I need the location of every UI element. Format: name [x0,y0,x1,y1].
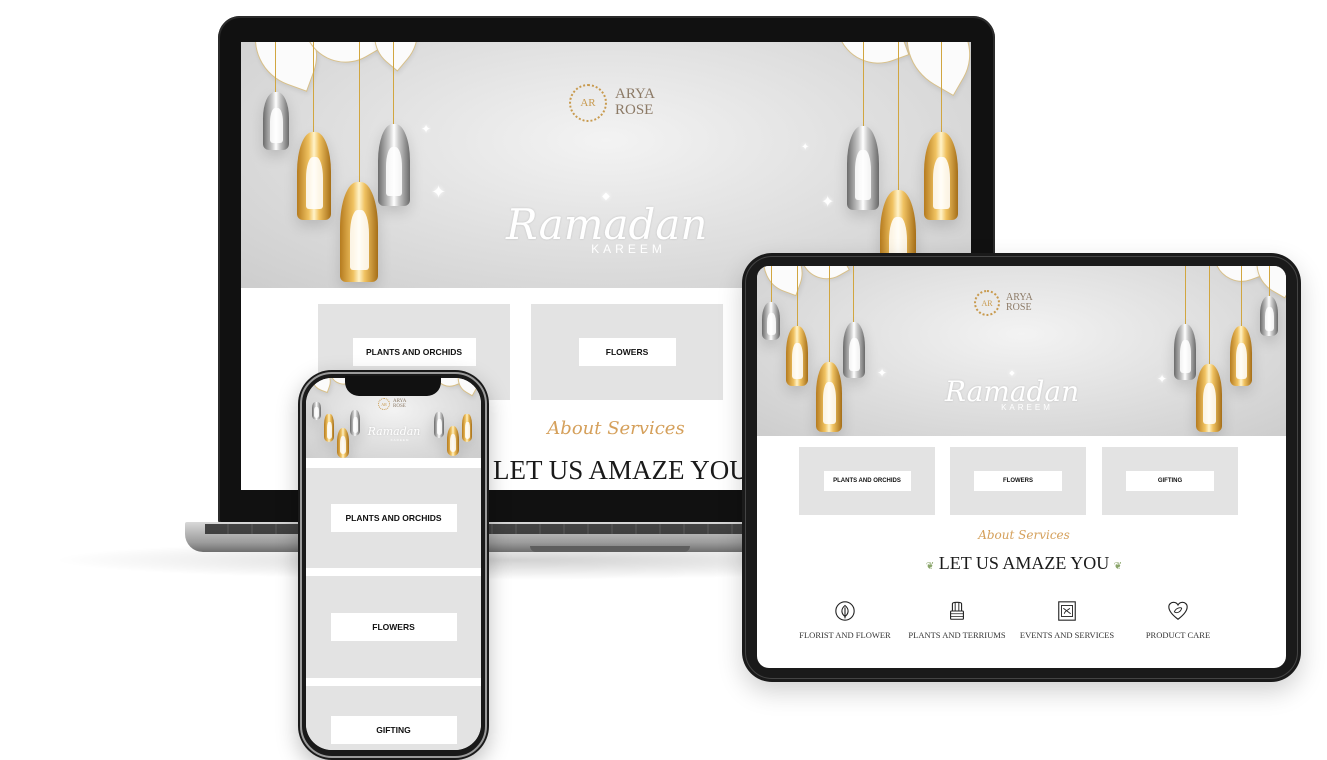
lantern-gold [1230,326,1252,386]
lantern-string [898,42,899,190]
lantern-string [1185,266,1186,324]
lantern-string [1241,266,1242,326]
lantern-silver [263,92,289,150]
lantern-silver [312,402,321,420]
lantern-silver [843,322,865,378]
gifting-button[interactable]: GIFTING [330,716,457,744]
card-gifting[interactable]: GIFTING [1102,447,1238,515]
lantern-string [797,266,798,326]
service-plants[interactable]: PLANTS AND TERRIUMS [907,600,1007,641]
plants-button[interactable]: PLANTS AND ORCHIDS [352,338,476,366]
lantern-string [829,266,830,362]
sparkle-icon: ✦ [801,142,810,153]
card-gifting[interactable]: GIFTING [306,686,481,750]
tablet-screen: ✦ ✦ AR ARYA ROSE ◆ Ramadan KAREEM PLANTS… [757,266,1286,668]
lantern-gold [1196,364,1222,432]
cactus-icon [950,601,964,620]
card-flowers[interactable]: FLOWERS [950,447,1086,515]
brand-logo: AR ARYA ROSE [569,84,655,122]
service-care[interactable]: PRODUCT CARE [1128,600,1228,641]
card-flowers[interactable]: FLOWERS [531,304,723,400]
lantern-gold [337,428,349,458]
card-flowers[interactable]: FLOWERS [306,576,481,678]
lantern-gold [340,182,378,282]
lantern-string [941,42,942,132]
ramadan-banner: ✦ ✦ AR ARYA ROSE ◆ Ramadan KAREEM [757,266,1286,436]
phone-notch [345,376,441,396]
sparkle-icon: ✦ [877,366,888,380]
amaze-row: ❦ LET US AMAZE YOU ❦ [899,553,1149,574]
lantern-gold [447,426,459,456]
lantern-gold [324,414,334,442]
lantern-silver [762,302,780,340]
lantern-string [1209,266,1210,364]
ramadan-title: ◆ Ramadan KAREEM [944,370,1080,412]
sparkle-icon: ✦ [431,182,447,202]
card-plants[interactable]: PLANTS AND ORCHIDS [306,468,481,568]
brand-mark-icon: AR [378,398,390,410]
event-box-icon [1058,601,1076,621]
brand-mark-icon: AR [569,84,607,122]
heart-leaf-icon [1168,601,1188,620]
service-florist[interactable]: FLORIST AND FLOWER [795,600,895,641]
about-services-heading: About Services [978,528,1070,542]
plants-button[interactable]: PLANTS AND ORCHIDS [330,504,457,532]
lantern-string [853,266,854,322]
lantern-string [771,266,772,302]
about-services-heading: About Services [547,418,685,439]
sparkle-icon: ✦ [1157,372,1168,386]
phone-screen: AR ARYA ROSE Ramadan KAREEM PLANTS AND O… [306,378,481,750]
sparkle-icon: ✦ [821,194,835,211]
lantern-gold [297,132,331,220]
lantern-gold [786,326,808,386]
flowers-button[interactable]: FLOWERS [578,338,676,366]
gifting-button[interactable]: GIFTING [1126,471,1214,491]
lantern-silver [847,126,879,210]
lantern-string [863,42,864,126]
lantern-string [313,42,314,132]
ramadan-banner: ✦ ✦ ✦ ✦ AR ARYA ROSE ◆ Ramadan KAREEM [241,42,971,288]
decor-leaf [798,266,850,289]
lantern-string [275,42,276,92]
plants-button[interactable]: PLANTS AND ORCHIDS [823,471,911,491]
brand-logo: AR ARYA ROSE [378,398,406,410]
lantern-silver [434,412,444,438]
service-events[interactable]: EVENTS AND SERVICES [1017,600,1117,641]
lantern-silver [1174,324,1196,380]
decor-leaf [757,266,812,297]
lantern-string [359,42,360,182]
ramadan-title: ◆ Ramadan KAREEM [506,191,708,257]
card-plants[interactable]: PLANTS AND ORCHIDS [799,447,935,515]
lantern-gold [924,132,958,220]
decor-leaf [1211,266,1263,290]
lantern-string [1269,266,1270,296]
brand-name: ARYA ROSE [615,86,656,118]
lantern-silver [378,124,410,206]
laptop-notch [530,546,690,552]
brand-mark-icon: AR [974,290,1000,316]
lantern-silver [350,410,360,436]
lantern-string [393,42,394,124]
sparkle-icon: ✦ [421,122,432,136]
let-us-amaze-headline: LET US AMAZE YOU [493,455,749,485]
brand-name: ARYA ROSE [1006,291,1033,313]
let-us-amaze-headline: LET US AMAZE YOU [938,553,1110,573]
decor-leaf [306,378,336,394]
flowers-button[interactable]: FLOWERS [330,613,457,641]
lantern-gold [462,414,472,442]
sprig-icon: ❦ [1113,561,1123,572]
sprig-icon: ❦ [925,561,935,572]
leaf-icon [835,601,855,621]
lantern-silver [1260,296,1278,336]
brand-name: ARYA ROSE [393,398,407,409]
flowers-button[interactable]: FLOWERS [974,471,1062,491]
lantern-gold [816,362,842,432]
brand-logo: AR ARYA ROSE [974,290,1033,316]
ramadan-title: Ramadan KAREEM [367,425,421,443]
